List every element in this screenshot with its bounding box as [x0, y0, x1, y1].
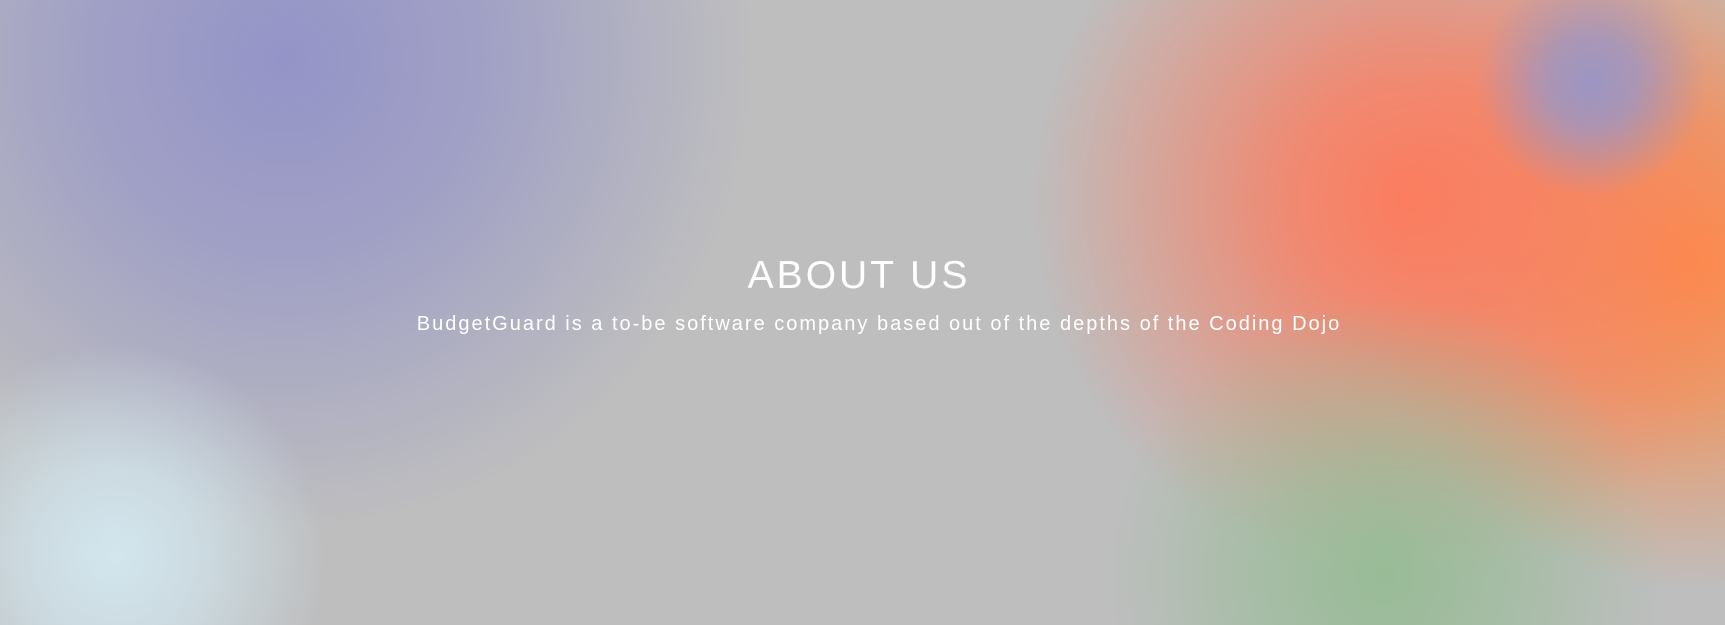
company-description: BudgetGuard is a to-be software company …	[416, 313, 1342, 335]
page-title: ABOUT US	[747, 254, 971, 297]
about-hero-section: ABOUT US BudgetGuard is a to-be software…	[0, 0, 1725, 625]
